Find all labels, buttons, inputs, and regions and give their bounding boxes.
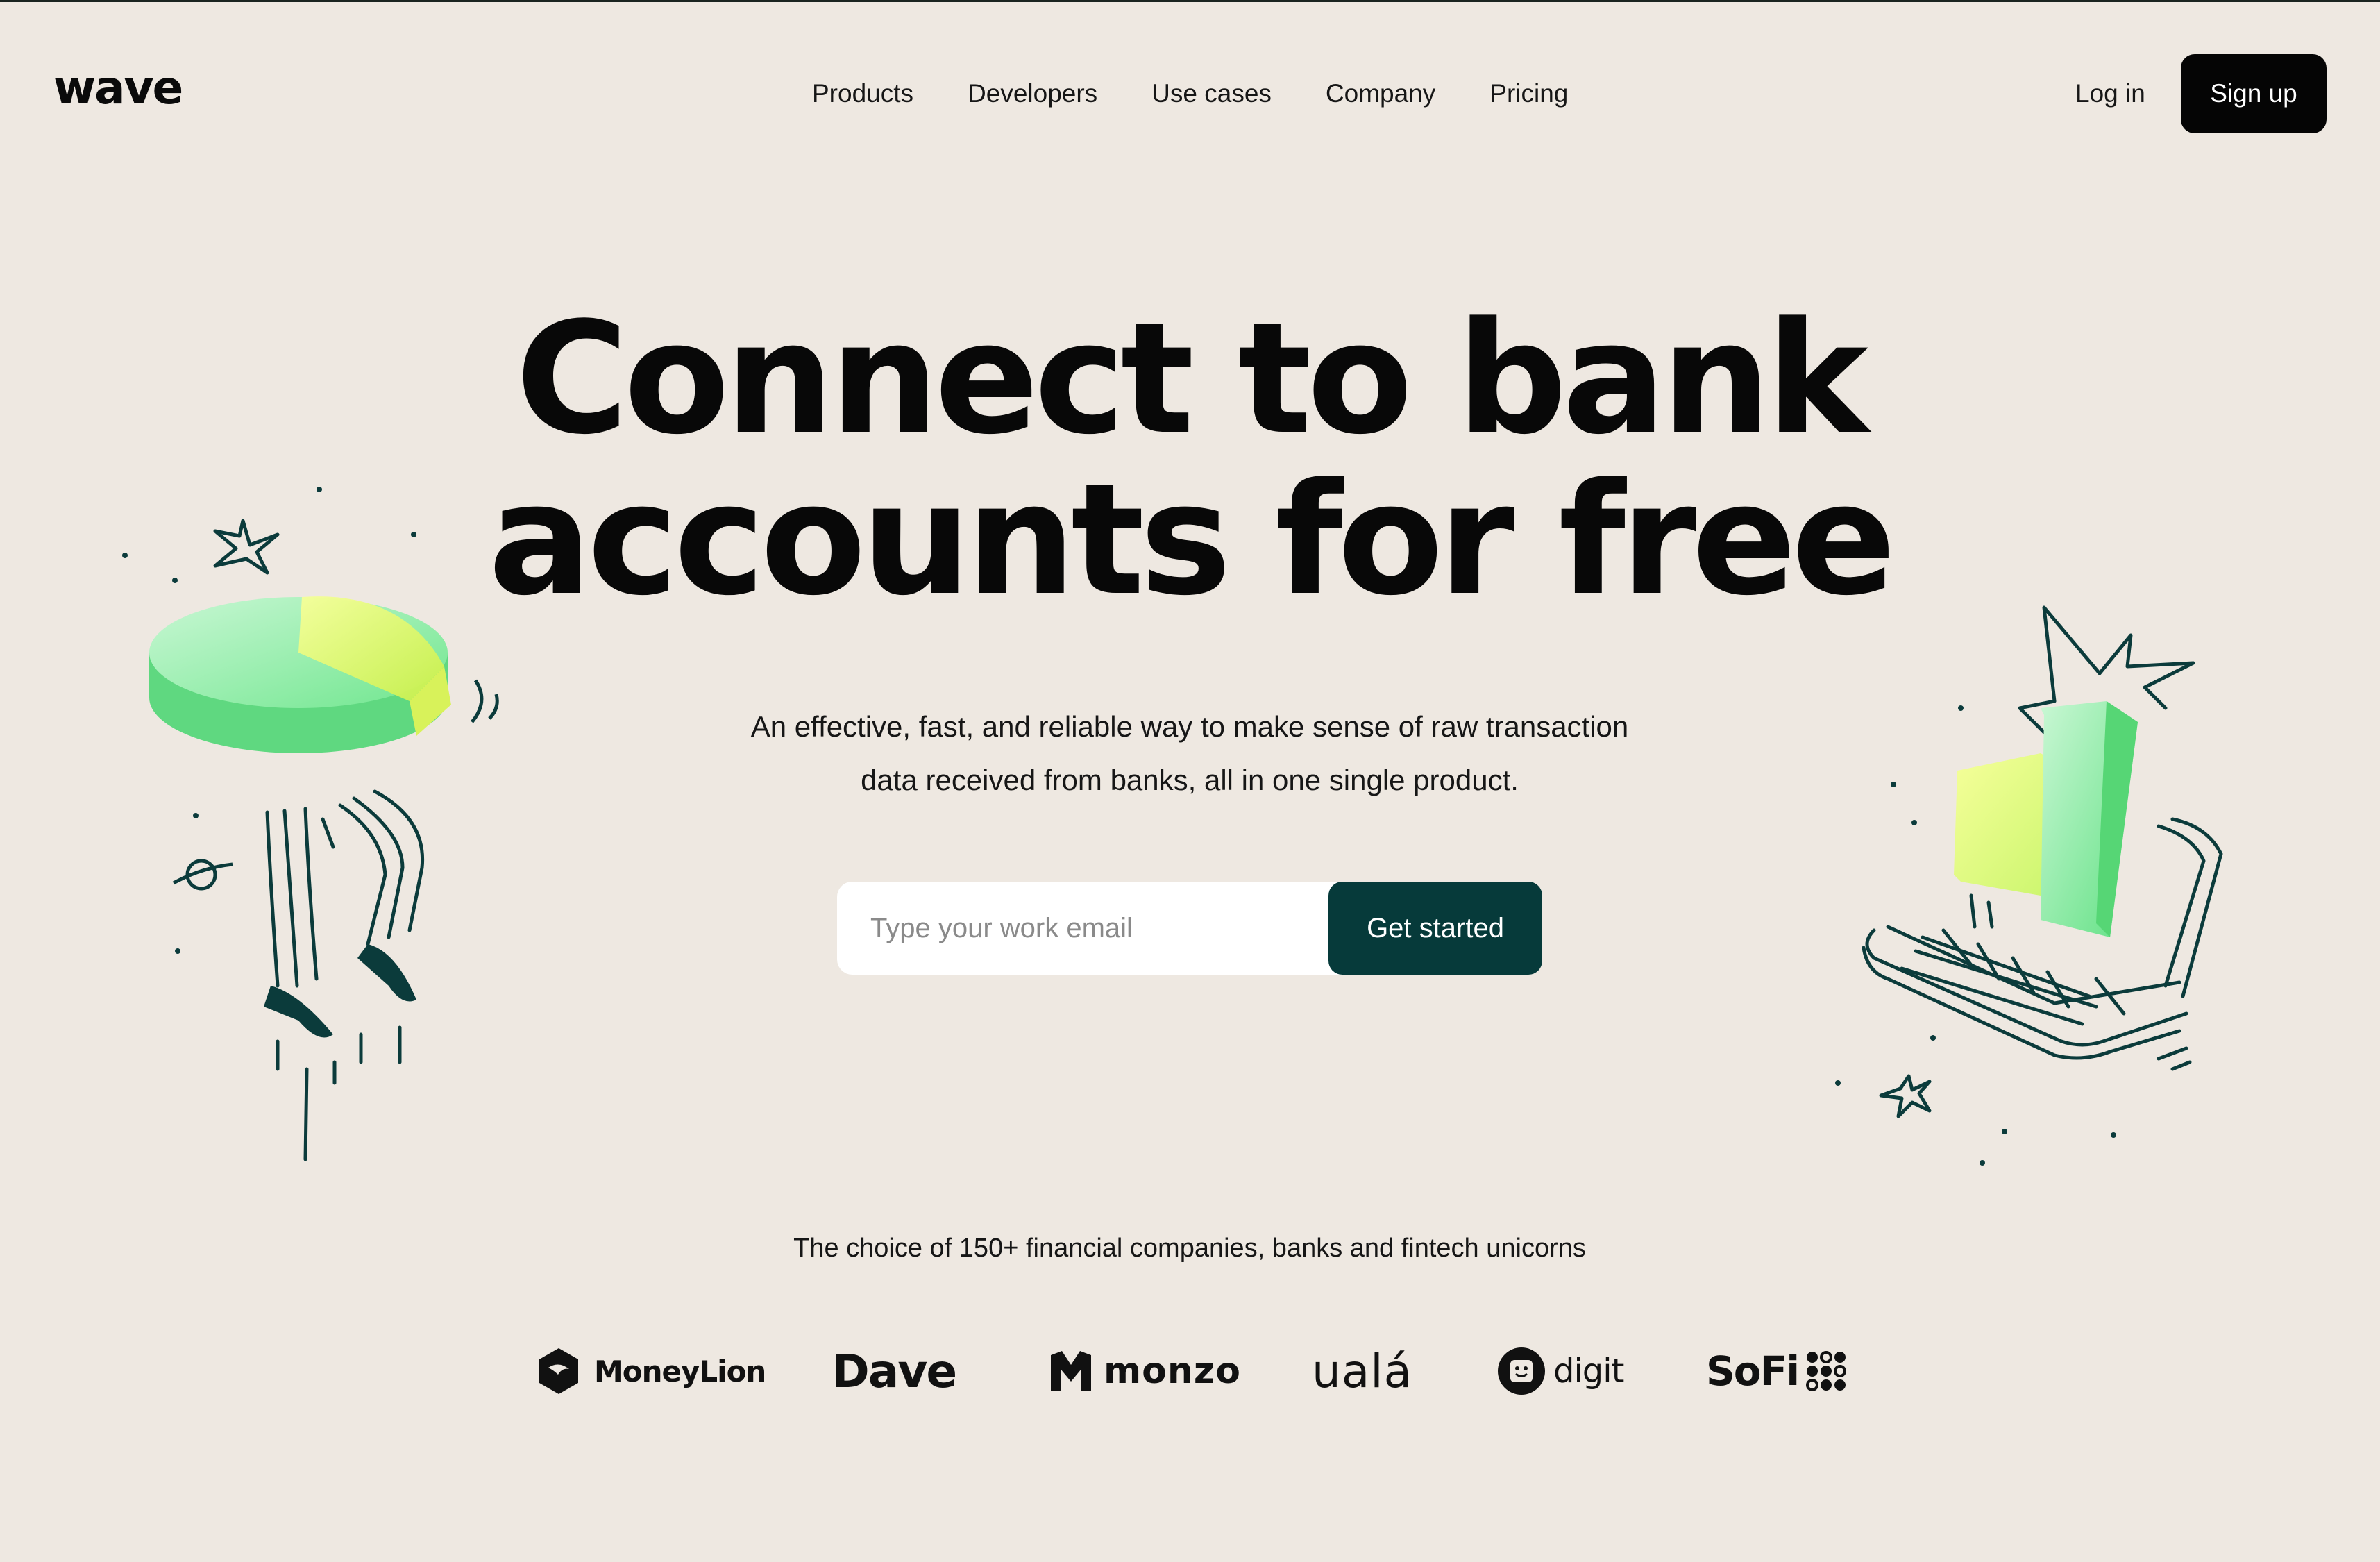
signup-button[interactable]: Sign up: [2181, 54, 2327, 133]
small-star-doodle-icon: [1879, 1074, 1932, 1118]
brand-uala-label: ualá: [1312, 1344, 1413, 1398]
moneylion-icon: [539, 1348, 578, 1394]
hero-subtitle: An effective, fast, and reliable way to …: [634, 700, 1745, 807]
work-email-input[interactable]: [837, 881, 1328, 975]
signup-form: Get started: [837, 881, 1542, 975]
main-nav: Products Developers Use cases Company Pr…: [812, 76, 1622, 111]
star-doodle-icon: [213, 519, 280, 575]
brand-sofi-label: SoFi: [1706, 1347, 1800, 1395]
trust-text: The choice of 150+ financial companies, …: [793, 1234, 1586, 1263]
get-started-button[interactable]: Get started: [1328, 882, 1542, 975]
nav-use-cases[interactable]: Use cases: [1151, 76, 1272, 111]
brand-dave: Dave: [832, 1340, 957, 1402]
brand-sofi: SoFi: [1706, 1340, 1847, 1402]
digit-icon: [1498, 1347, 1545, 1395]
hero-subtitle-line-1: An effective, fast, and reliable way to …: [750, 710, 1629, 743]
monzo-icon: [1051, 1351, 1091, 1391]
hero-title-line-2: accounts for free: [488, 451, 1896, 630]
brand-digit-label: digit: [1553, 1352, 1624, 1391]
sofi-dots-icon: [1806, 1351, 1847, 1391]
nav-pricing[interactable]: Pricing: [1489, 76, 1568, 111]
hero-subtitle-line-2: data received from banks, all in one sin…: [861, 764, 1519, 796]
brand-dave-label: Dave: [832, 1344, 957, 1398]
wave-logo[interactable]: wave: [53, 65, 183, 111]
pie-chart-illustration: [122, 487, 499, 1161]
hero-title: Connect to bank accounts for free: [426, 299, 1953, 621]
nav-products[interactable]: Products: [812, 76, 913, 111]
brand-moneylion-label: MoneyLion: [594, 1354, 766, 1388]
brand-monzo-label: monzo: [1104, 1350, 1241, 1392]
laptop-bars-illustration: [1835, 605, 2223, 1166]
nav-developers[interactable]: Developers: [968, 76, 1097, 111]
login-link[interactable]: Log in: [2075, 76, 2145, 111]
brand-moneylion: MoneyLion: [534, 1340, 766, 1402]
nav-company[interactable]: Company: [1326, 76, 1435, 111]
hero-title-line-1: Connect to bank: [515, 289, 1868, 469]
brand-uala: ualá: [1312, 1340, 1412, 1402]
top-border: [0, 0, 2380, 2]
brand-monzo: monzo: [1048, 1340, 1241, 1402]
brand-digit: digit: [1496, 1340, 1624, 1402]
brand-logos: MoneyLion Dave monzo ualá digit SoFi: [528, 1340, 1860, 1402]
